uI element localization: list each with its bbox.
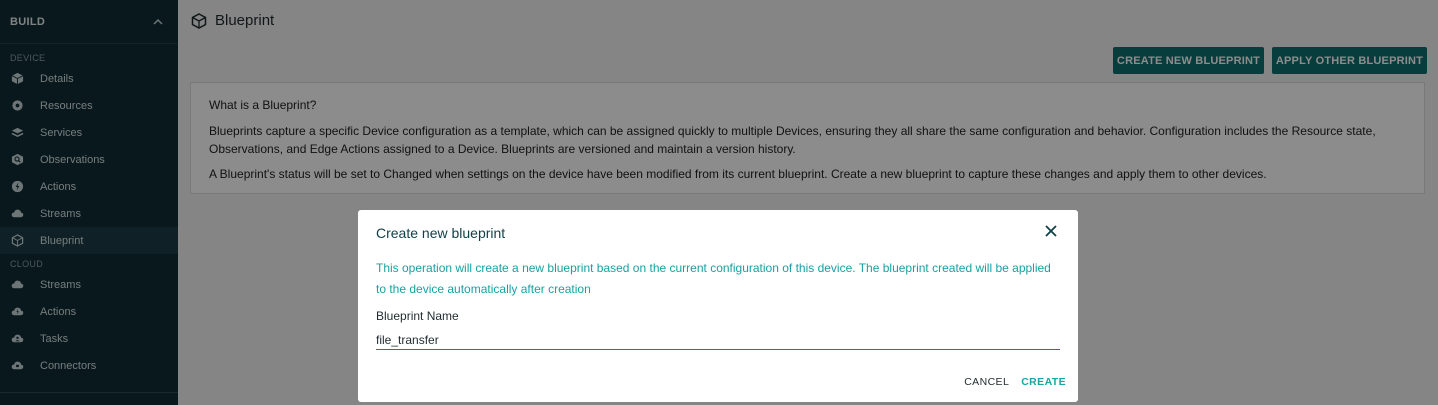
- dialog-actions: CANCEL CREATE: [964, 376, 1066, 388]
- close-icon[interactable]: [1044, 224, 1058, 238]
- dialog-description: This operation will create a new bluepri…: [376, 261, 1051, 296]
- create-blueprint-dialog: Create new blueprint This operation will…: [358, 210, 1078, 402]
- cancel-button[interactable]: CANCEL: [964, 376, 1009, 388]
- dialog-title: Create new blueprint: [376, 225, 506, 241]
- create-button[interactable]: CREATE: [1021, 376, 1066, 388]
- blueprint-name-input[interactable]: [376, 330, 1060, 350]
- blueprint-name-label: Blueprint Name: [376, 309, 459, 323]
